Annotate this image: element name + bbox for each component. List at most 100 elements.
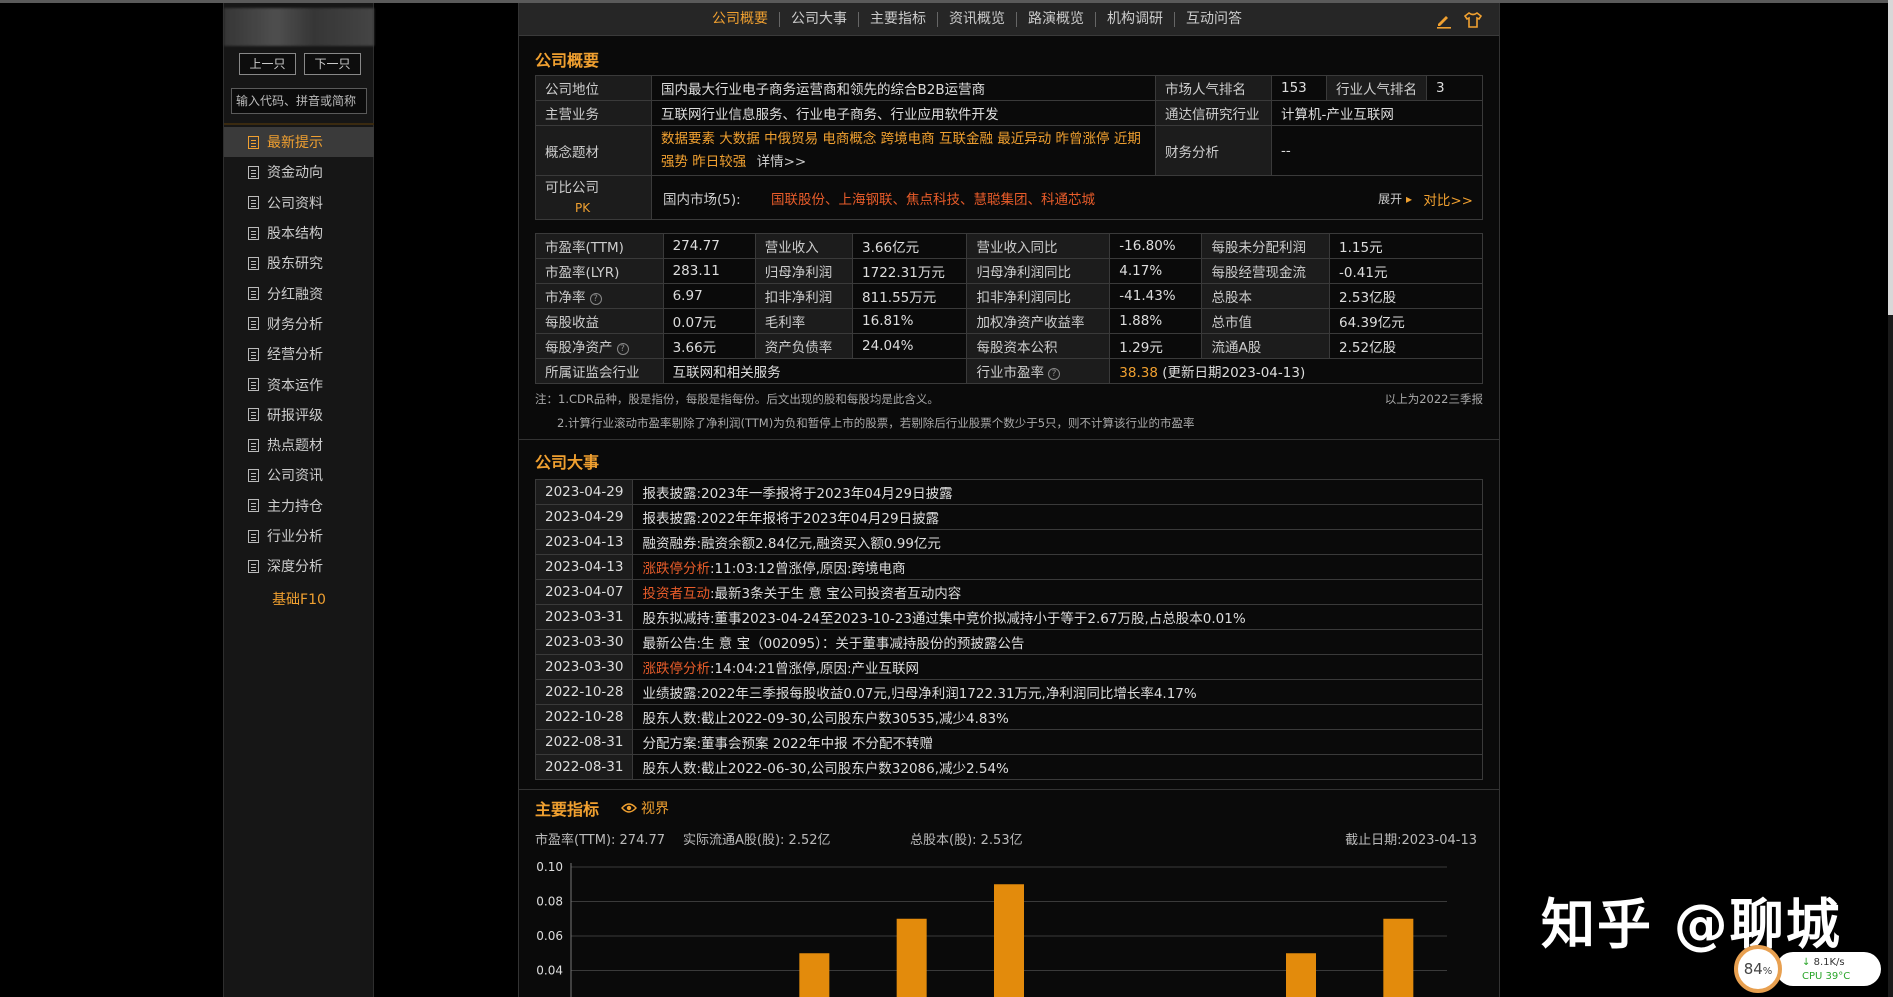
help-icon[interactable]: ?: [589, 293, 602, 305]
metric-label: 扣非净利润: [754, 283, 854, 309]
sidebar-item-label: 热点题材: [267, 438, 323, 455]
event-date: 2022-10-28: [534, 679, 634, 705]
event-text: 股东人数:截止2022-06-30,公司股东户数32086,减少2.54%: [642, 761, 1009, 777]
page-scrollbar[interactable]: [1888, 0, 1893, 997]
document-icon: [248, 529, 259, 543]
event-row[interactable]: 2022-10-28 股东人数:截止2022-09-30,公司股东户数30535,…: [534, 704, 1483, 730]
chart-bar[interactable]: [799, 953, 830, 997]
monitor-pill: ↓ 8.1K/s CPU 39°C: [1776, 952, 1881, 986]
event-row[interactable]: 2022-08-31 分配方案:董事会预案 2022年中报 不分配不转赠: [534, 729, 1483, 755]
event-desc: 业绩披露:2022年三季报每股收益0.07元,归母净利润1722.31万元,净利…: [632, 679, 1483, 705]
event-row[interactable]: 2022-10-28 业绩披露:2022年三季报每股收益0.07元,归母净利润17…: [534, 679, 1483, 705]
sidebar-item[interactable]: 公司资料: [224, 188, 374, 218]
eye-icon: [621, 803, 637, 813]
sidebar-item[interactable]: 深度分析: [224, 551, 374, 581]
finance-label: 财务分析: [1155, 125, 1272, 176]
metric-label: 市净率?: [535, 283, 664, 309]
chart-bar[interactable]: [896, 918, 927, 997]
top-tab[interactable]: 公司大事: [779, 12, 858, 27]
peer-companies[interactable]: 国联股份、上海钢联、焦点科技、慧聪集团、科通芯城: [771, 192, 1095, 208]
document-icon: [248, 165, 259, 179]
event-row[interactable]: 2023-03-30 涨跌停分析:14:04:21曾涨停,原因:产业互联网: [534, 654, 1483, 680]
shirt-icon[interactable]: [1463, 11, 1483, 29]
sidebar-item[interactable]: 行业分析: [224, 521, 374, 551]
csrc-industry-value: 互联网和相关服务: [662, 358, 968, 384]
sidebar-item[interactable]: 财务分析: [224, 309, 374, 339]
sidebar-item[interactable]: 股东研究: [224, 248, 374, 278]
metric-label: 归母净利润: [754, 258, 854, 284]
app-window: 上一只 下一只 最新提示资金动向公司资料股本结构股东研究分红融资财务分析经营分析…: [0, 0, 1893, 997]
system-monitor-widget[interactable]: ↓ 8.1K/s CPU 39°C 84%: [1724, 944, 1884, 994]
event-text: 业绩披露:2022年三季报每股收益0.07元,归母净利润1722.31万元,净利…: [642, 686, 1197, 702]
event-row[interactable]: 2023-03-30 最新公告:生 意 宝（002095）：关于董事减持股份的预披…: [534, 629, 1483, 655]
chart-bar[interactable]: [1286, 953, 1316, 997]
domestic-market-label: 国内市场(5):: [663, 191, 741, 208]
events-table: 2023-04-29 报表披露:2023年一季报将于2023年04月29日披露 20…: [534, 479, 1483, 780]
event-tag-link[interactable]: 涨跌停分析: [642, 661, 710, 677]
stock-search-input[interactable]: [231, 88, 367, 114]
metric-value: 0.07元: [662, 308, 756, 334]
profile-title: 公司概要: [535, 51, 600, 70]
event-row[interactable]: 2023-04-07 投资者互动:最新3条关于生 意 宝公司投资者互动内容: [534, 579, 1483, 605]
help-icon[interactable]: ?: [616, 343, 629, 355]
industry-rank-label: 行业人气排名: [1326, 75, 1427, 101]
scrollbar-thumb[interactable]: [1888, 0, 1893, 315]
metric-value: 1.15元: [1329, 233, 1483, 259]
section-divider: [519, 789, 1499, 790]
sidebar-item[interactable]: 资本运作: [224, 369, 374, 399]
sidebar-item[interactable]: 热点题材: [224, 430, 374, 460]
sidebar-item[interactable]: 股本结构: [224, 218, 374, 248]
business-value: 互联网行业信息服务、行业电子商务、行业应用软件开发: [651, 100, 1156, 126]
sidebar-item[interactable]: 经营分析: [224, 339, 374, 369]
expand-button[interactable]: 展开 ▸: [1378, 190, 1412, 207]
sidebar-item[interactable]: 公司资讯: [224, 460, 374, 490]
document-icon: [248, 408, 259, 422]
concept-tags-2[interactable]: 强势 昨日较强: [661, 154, 746, 170]
compare-more-link[interactable]: 对比>>: [1423, 189, 1473, 209]
top-tab[interactable]: 互动问答: [1174, 12, 1253, 27]
sidebar-item[interactable]: 资金动向: [224, 157, 374, 187]
sidebar-item-label: 股东研究: [267, 256, 323, 273]
event-row[interactable]: 2023-04-13 涨跌停分析:11:03:12曾涨停,原因:跨境电商: [534, 554, 1483, 580]
sidebar-item-label: 最新提示: [267, 135, 323, 152]
sidebar-item[interactable]: 研报评级: [224, 400, 374, 430]
edit-icon[interactable]: [1435, 11, 1453, 29]
event-desc: 股东拟减持:董事2023-04-24至2023-10-23通过集中竞价拟减持小于…: [632, 604, 1483, 630]
y-tick-label: 0.06: [536, 929, 563, 943]
event-row[interactable]: 2022-08-31 股东人数:截止2022-06-30,公司股东户数32086,…: [534, 754, 1483, 780]
business-label: 主营业务: [535, 100, 652, 126]
compare-pk-button[interactable]: PK: [545, 201, 590, 215]
y-tick-label: 0.04: [536, 964, 563, 978]
top-tab[interactable]: 机构调研: [1095, 12, 1174, 27]
concept-label: 概念题材: [535, 125, 652, 176]
chart-bar[interactable]: [994, 884, 1024, 997]
metric-label: 资产负债率: [754, 333, 854, 359]
next-stock-button[interactable]: 下一只: [304, 53, 361, 75]
event-tag-link[interactable]: 涨跌停分析: [642, 561, 710, 577]
event-row[interactable]: 2023-03-31 股东拟减持:董事2023-04-24至2023-10-23通…: [534, 604, 1483, 630]
top-tab[interactable]: 公司概要: [701, 12, 779, 27]
sidebar-item-label: 资金动向: [267, 165, 323, 182]
help-icon[interactable]: ?: [1047, 368, 1060, 380]
prev-stock-button[interactable]: 上一只: [239, 53, 296, 75]
view-toggle[interactable]: 视界: [621, 798, 669, 818]
event-tag-link[interactable]: 投资者互动: [642, 586, 710, 602]
document-icon: [248, 135, 259, 149]
top-tab[interactable]: 路演概览: [1016, 12, 1095, 27]
chart-bar[interactable]: [1383, 918, 1414, 997]
sidebar-item[interactable]: 分红融资: [224, 278, 374, 308]
sidebar-item[interactable]: 主力持仓: [224, 491, 374, 521]
basic-f10-link[interactable]: 基础F10: [224, 589, 374, 609]
concept-more-link[interactable]: 详情>>: [757, 154, 807, 170]
event-row[interactable]: 2023-04-13 融资融券:融资余额2.84亿元,融资买入额0.99亿元: [534, 529, 1483, 555]
event-row[interactable]: 2023-04-29 报表披露:2022年年报将于2023年04月29日披露: [534, 504, 1483, 530]
concept-tags-1[interactable]: 数据要素 大数据 中俄贸易 电商概念 跨境电商 互联金融 最近异动 昨曾涨停 近…: [661, 131, 1141, 147]
top-tab[interactable]: 主要指标: [858, 12, 937, 27]
top-tab[interactable]: 资讯概览: [937, 12, 1016, 27]
sidebar-item[interactable]: 最新提示: [224, 127, 374, 158]
metric-label: 营业收入同比: [966, 233, 1111, 259]
csrc-industry-label: 所属证监会行业: [535, 358, 664, 384]
top-tabs: 公司概要 公司大事 主要指标 资讯概览 路演概览 机构调研 互动问答: [701, 3, 1253, 36]
compare-label: 可比公司: [545, 179, 599, 196]
event-row[interactable]: 2023-04-29 报表披露:2023年一季报将于2023年04月29日披露: [534, 479, 1483, 505]
